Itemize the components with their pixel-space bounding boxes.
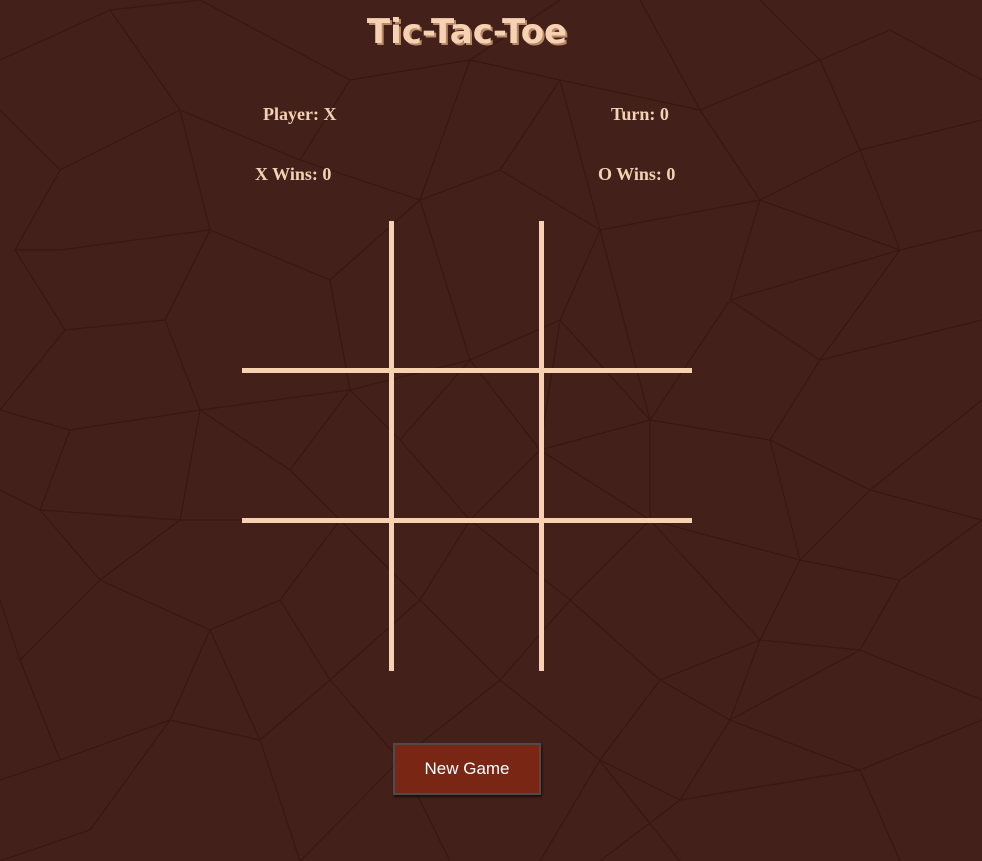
- game-title: Tic-Tac-Toe: [366, 12, 568, 52]
- board-cell-1[interactable]: [242, 221, 392, 371]
- board-cell-4[interactable]: [242, 371, 392, 521]
- board-cell-8[interactable]: [392, 521, 542, 671]
- new-game-button[interactable]: New Game: [393, 743, 541, 795]
- turn-counter: Turn: 0: [611, 104, 669, 124]
- board-cell-3[interactable]: [542, 221, 692, 371]
- x-wins-counter: X Wins: 0: [255, 164, 332, 184]
- current-player-label: Player: X: [263, 104, 337, 124]
- o-wins-counter: O Wins: 0: [598, 164, 676, 184]
- board-cell-7[interactable]: [242, 521, 392, 671]
- board-cell-9[interactable]: [542, 521, 692, 671]
- game-board: [242, 221, 692, 671]
- board-cell-2[interactable]: [392, 221, 542, 371]
- board-cell-6[interactable]: [542, 371, 692, 521]
- board-cell-5[interactable]: [392, 371, 542, 521]
